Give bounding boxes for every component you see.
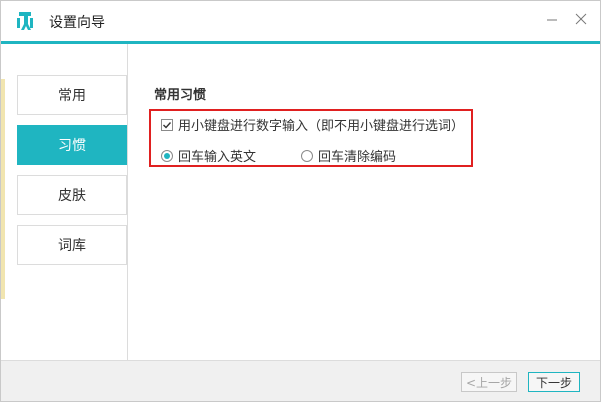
minimize-button[interactable]: [541, 9, 563, 31]
enter-english-radio[interactable]: [161, 149, 173, 162]
enter-clear-radio[interactable]: [301, 149, 313, 162]
sidebar-item-skins[interactable]: 皮肤: [17, 175, 127, 215]
numpad-option-row[interactable]: 用小键盘进行数字输入（即不用小键盘进行选词）: [161, 115, 464, 134]
sidebar-item-dictionary[interactable]: 词库: [17, 225, 127, 265]
numpad-checkbox[interactable]: [161, 118, 173, 131]
title-accent-line: [1, 41, 600, 44]
enter-clear-option-row[interactable]: 回车清除编码: [301, 146, 396, 165]
title-bar: 设置向导: [1, 1, 600, 41]
enter-clear-label: 回车清除编码: [318, 150, 397, 165]
enter-english-option-row[interactable]: 回车输入英文: [161, 146, 256, 165]
checkmark-icon: [163, 121, 172, 129]
section-title: 常用习惯: [154, 88, 207, 103]
app-logo-icon: [15, 10, 35, 32]
sidebar-item-label: 习惯: [58, 138, 86, 154]
close-button[interactable]: [570, 9, 592, 31]
sidebar-item-label: 常用: [58, 88, 86, 104]
sidebar-item-habits[interactable]: 习惯: [17, 125, 127, 165]
left-edge-strip: [1, 79, 5, 299]
sidebar-item-label: 词库: [58, 238, 86, 254]
minimize-icon: [547, 19, 557, 21]
numpad-option-label: 用小键盘进行数字输入（即不用小键盘进行选词）: [178, 119, 465, 134]
settings-wizard-window: 设置向导 常用 习惯 皮肤 词库 常用习惯 用小键盘进行数字输入（即不用小键盘进…: [0, 0, 601, 402]
close-icon: [575, 13, 587, 25]
sidebar-item-common[interactable]: 常用: [17, 75, 127, 115]
footer-bar: <上一步 下一步: [1, 360, 600, 401]
window-title: 设置向导: [49, 15, 105, 31]
enter-english-label: 回车输入英文: [178, 150, 257, 165]
sidebar-item-label: 皮肤: [58, 188, 86, 204]
previous-step-button[interactable]: <上一步: [461, 372, 517, 392]
sidebar-divider: [127, 44, 128, 360]
next-step-button[interactable]: 下一步: [528, 372, 580, 392]
